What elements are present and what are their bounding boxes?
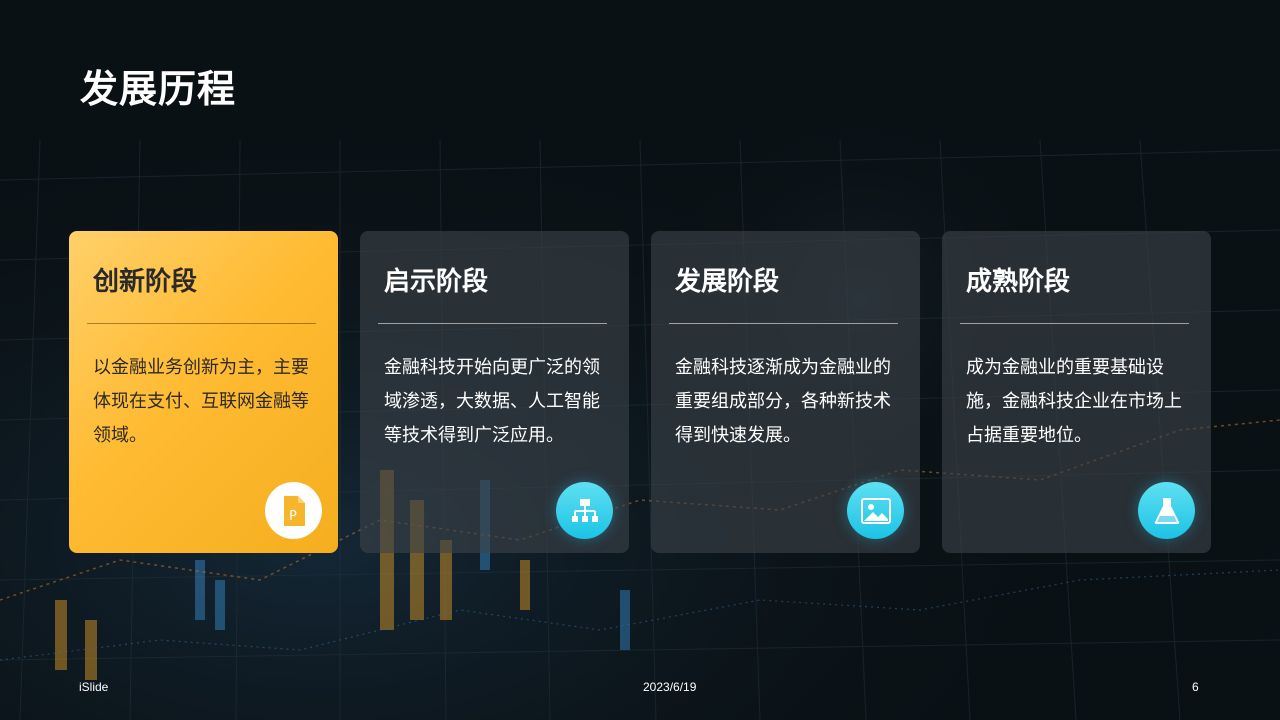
- card-title: 创新阶段: [93, 267, 198, 297]
- document-icon: P: [265, 482, 322, 539]
- card-description: 金融科技逐渐成为金融业的重要组成部分，各种新技术得到快速发展。: [675, 357, 891, 446]
- card-divider: [960, 323, 1189, 324]
- card-title: 成熟阶段: [966, 267, 1071, 297]
- card-description: 金融科技开始向更广泛的领域渗透，大数据、人工智能等技术得到广泛应用。: [384, 357, 600, 446]
- image-icon: [847, 482, 904, 539]
- stage-card-development[interactable]: 发展阶段 金融科技逐渐成为金融业的重要组成部分，各种新技术得到快速发展。: [651, 231, 920, 553]
- org-chart-icon: [556, 482, 613, 539]
- card-divider: [378, 323, 607, 324]
- footer-page-number: 6: [1192, 680, 1199, 694]
- slide-title: 发展历程: [80, 67, 237, 111]
- flask-icon: [1138, 482, 1195, 539]
- svg-text:P: P: [289, 509, 297, 524]
- stage-card-enlightenment[interactable]: 启示阶段 金融科技开始向更广泛的领域渗透，大数据、人工智能等技术得到广泛应用。: [360, 231, 629, 553]
- footer-brand: iSlide: [79, 680, 109, 694]
- footer-date: 2023/6/19: [643, 680, 697, 694]
- card-description: 成为金融业的重要基础设施，金融科技企业在市场上占据重要地位。: [966, 357, 1182, 446]
- card-title: 启示阶段: [384, 267, 489, 297]
- card-divider: [669, 323, 898, 324]
- card-description: 以金融业务创新为主，主要体现在支付、互联网金融等领域。: [93, 357, 309, 446]
- stage-card-innovation[interactable]: 创新阶段 以金融业务创新为主，主要体现在支付、互联网金融等领域。 P: [69, 231, 338, 553]
- card-title: 发展阶段: [675, 267, 780, 297]
- card-divider: [87, 323, 316, 324]
- stage-card-maturity[interactable]: 成熟阶段 成为金融业的重要基础设施，金融科技企业在市场上占据重要地位。: [942, 231, 1211, 553]
